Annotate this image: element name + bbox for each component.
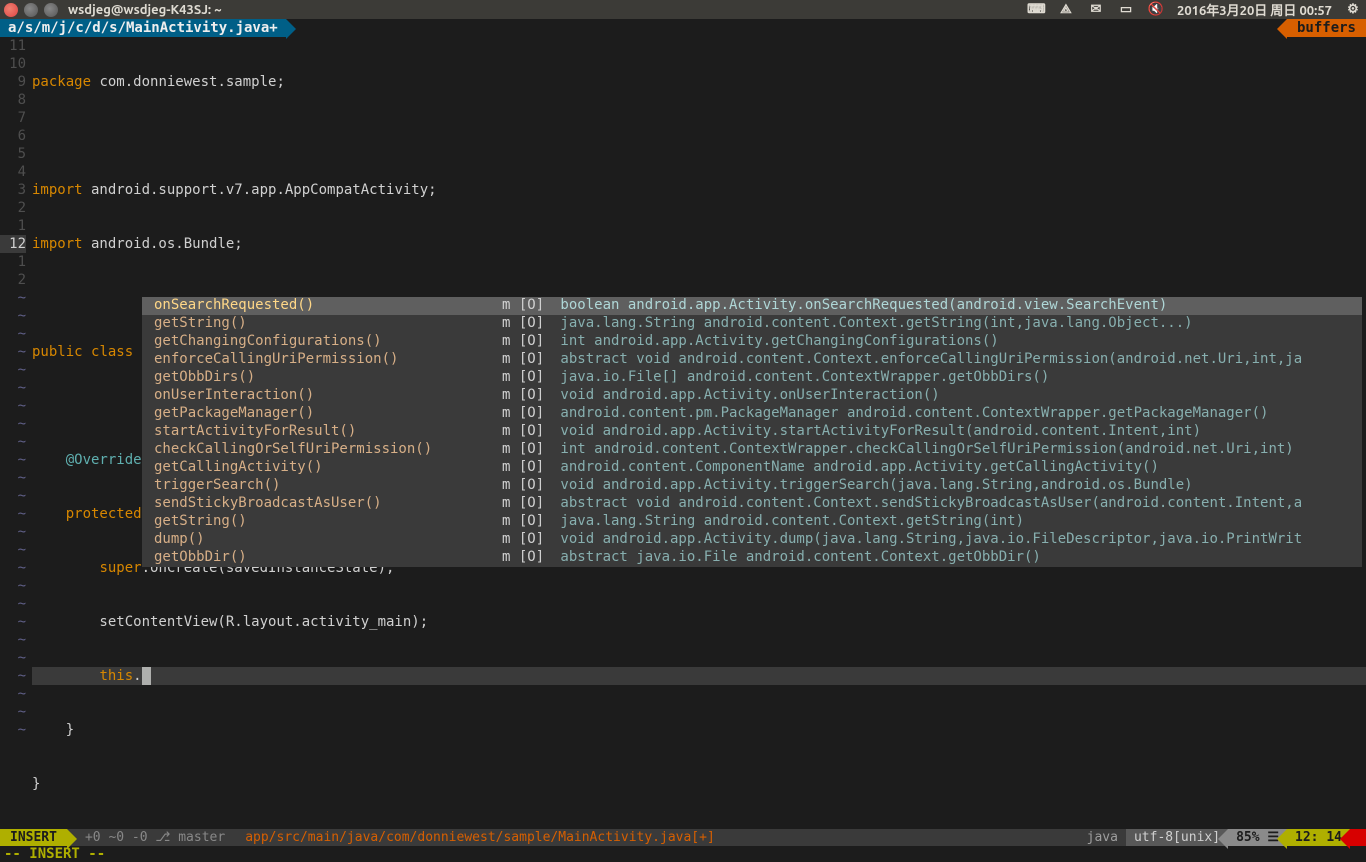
encoding: utf-8[unix] — [1126, 829, 1228, 846]
completion-item[interactable]: getString()m [O] java.lang.String androi… — [142, 513, 1362, 531]
filetype: java — [1079, 829, 1126, 846]
line-number-gutter: 11109876543211212 ~~~~~~~~~~~~~~~~~~~~~~… — [0, 37, 32, 829]
window-controls — [4, 3, 58, 17]
maximize-icon[interactable] — [44, 3, 58, 17]
error-indicator — [1350, 829, 1366, 846]
completion-item[interactable]: getChangingConfigurations()m [O] int and… — [142, 333, 1362, 351]
statusbar: INSERT +0 ~0 -0 ⎇ master app/src/main/ja… — [0, 829, 1366, 846]
close-icon[interactable] — [4, 3, 18, 17]
buffers-button[interactable]: buffers — [1287, 19, 1366, 37]
wifi-icon[interactable]: ⟁ — [1057, 2, 1075, 17]
window-title: wsdjeg@wsdjeg-K43SJ: ~ — [68, 3, 1027, 17]
completion-item[interactable]: checkCallingOrSelfUriPermission()m [O] i… — [142, 441, 1362, 459]
window-titlebar: wsdjeg@wsdjeg-K43SJ: ~ ⌨ ⟁ ✉ ▭ 🔇 2016年3月… — [0, 0, 1366, 19]
completion-popup[interactable]: onSearchRequested()m [O] boolean android… — [142, 297, 1362, 567]
file-path: app/src/main/java/com/donniewest/sample/… — [233, 829, 1078, 846]
command-line: -- INSERT -- — [0, 846, 1366, 862]
gear-icon[interactable]: ⚙ — [1344, 2, 1362, 17]
mail-icon[interactable]: ✉ — [1087, 2, 1105, 17]
completion-item[interactable]: getCallingActivity()m [O] android.conten… — [142, 459, 1362, 477]
completion-item[interactable]: dump()m [O] void android.app.Activity.du… — [142, 531, 1362, 549]
git-status: +0 ~0 -0 ⎇ master — [67, 829, 233, 846]
completion-item[interactable]: onSearchRequested()m [O] boolean android… — [142, 297, 1362, 315]
battery-icon[interactable]: ▭ — [1117, 2, 1135, 17]
keyboard-icon[interactable]: ⌨ — [1027, 2, 1045, 17]
completion-item[interactable]: enforceCallingUriPermission()m [O] abstr… — [142, 351, 1362, 369]
completion-item[interactable]: triggerSearch()m [O] void android.app.Ac… — [142, 477, 1362, 495]
cursor — [142, 667, 151, 685]
volume-icon[interactable]: 🔇 — [1147, 2, 1165, 17]
tab-active[interactable]: a/s/m/j/c/d/s/MainActivity.java+ — [0, 19, 286, 37]
completion-item[interactable]: getPackageManager()m [O] android.content… — [142, 405, 1362, 423]
completion-item[interactable]: getObbDirs()m [O] java.io.File[] android… — [142, 369, 1362, 387]
completion-item[interactable]: getString()m [O] java.lang.String androi… — [142, 315, 1362, 333]
system-tray: ⌨ ⟁ ✉ ▭ 🔇 2016年3月20日 周日 00:57 ⚙ — [1027, 0, 1362, 19]
mode-indicator: INSERT — [0, 829, 67, 846]
clock-text[interactable]: 2016年3月20日 周日 00:57 — [1177, 0, 1332, 19]
minimize-icon[interactable] — [24, 3, 38, 17]
completion-item[interactable]: onUserInteraction()m [O] void android.ap… — [142, 387, 1362, 405]
completion-item[interactable]: getObbDir()m [O] abstract java.io.File a… — [142, 549, 1362, 567]
tab-bar: a/s/m/j/c/d/s/MainActivity.java+ buffers — [0, 19, 1366, 37]
completion-item[interactable]: startActivityForResult()m [O] void andro… — [142, 423, 1362, 441]
completion-item[interactable]: sendStickyBroadcastAsUser()m [O] abstrac… — [142, 495, 1362, 513]
